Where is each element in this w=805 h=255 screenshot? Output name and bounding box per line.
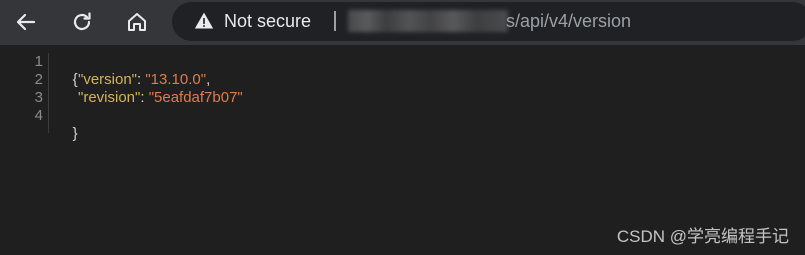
home-button[interactable] (120, 5, 154, 39)
code-line: "version": "13.10.0", (78, 71, 210, 89)
back-arrow-icon (16, 13, 36, 31)
home-icon (128, 13, 146, 31)
reload-button[interactable] (65, 5, 99, 39)
close-brace: } (72, 125, 78, 142)
url-path-text[interactable]: s/api/v4/version (506, 10, 631, 32)
json-value-revision: "5eafdaf7b07" (148, 89, 243, 106)
code-line: { (56, 53, 78, 107)
line-number: 2 (34, 71, 43, 88)
line-number: 1 (34, 53, 43, 70)
line-number: 4 (34, 107, 43, 124)
warning-triangle-icon[interactable] (194, 11, 214, 31)
security-status-label[interactable]: Not secure (224, 10, 311, 32)
back-button[interactable] (9, 5, 43, 39)
code-line: "revision": "5eafdaf7b07" (78, 89, 243, 107)
json-value-version: "13.10.0" (145, 71, 207, 88)
omnibox-divider (334, 11, 336, 31)
line-number: 3 (34, 89, 43, 106)
url-host-redacted[interactable] (348, 10, 508, 32)
json-key-revision: "revision" (78, 89, 141, 106)
reload-icon (73, 12, 91, 31)
json-key-version: "version" (78, 71, 138, 88)
code-line: } (56, 107, 78, 161)
json-viewer: 1 2 3 4 { "version": "13.10.0", "revisio… (0, 45, 805, 255)
json-comma: , (206, 71, 211, 88)
open-brace: { (72, 71, 78, 88)
line-number-gutter: 1 2 3 4 (0, 53, 49, 133)
browser-toolbar: Not secure s/api/v4/version (0, 0, 805, 45)
address-bar[interactable]: Not secure s/api/v4/version (172, 2, 805, 41)
json-colon: : (140, 89, 149, 106)
csdn-watermark: CSDN @学亮编程手记 (616, 227, 789, 246)
